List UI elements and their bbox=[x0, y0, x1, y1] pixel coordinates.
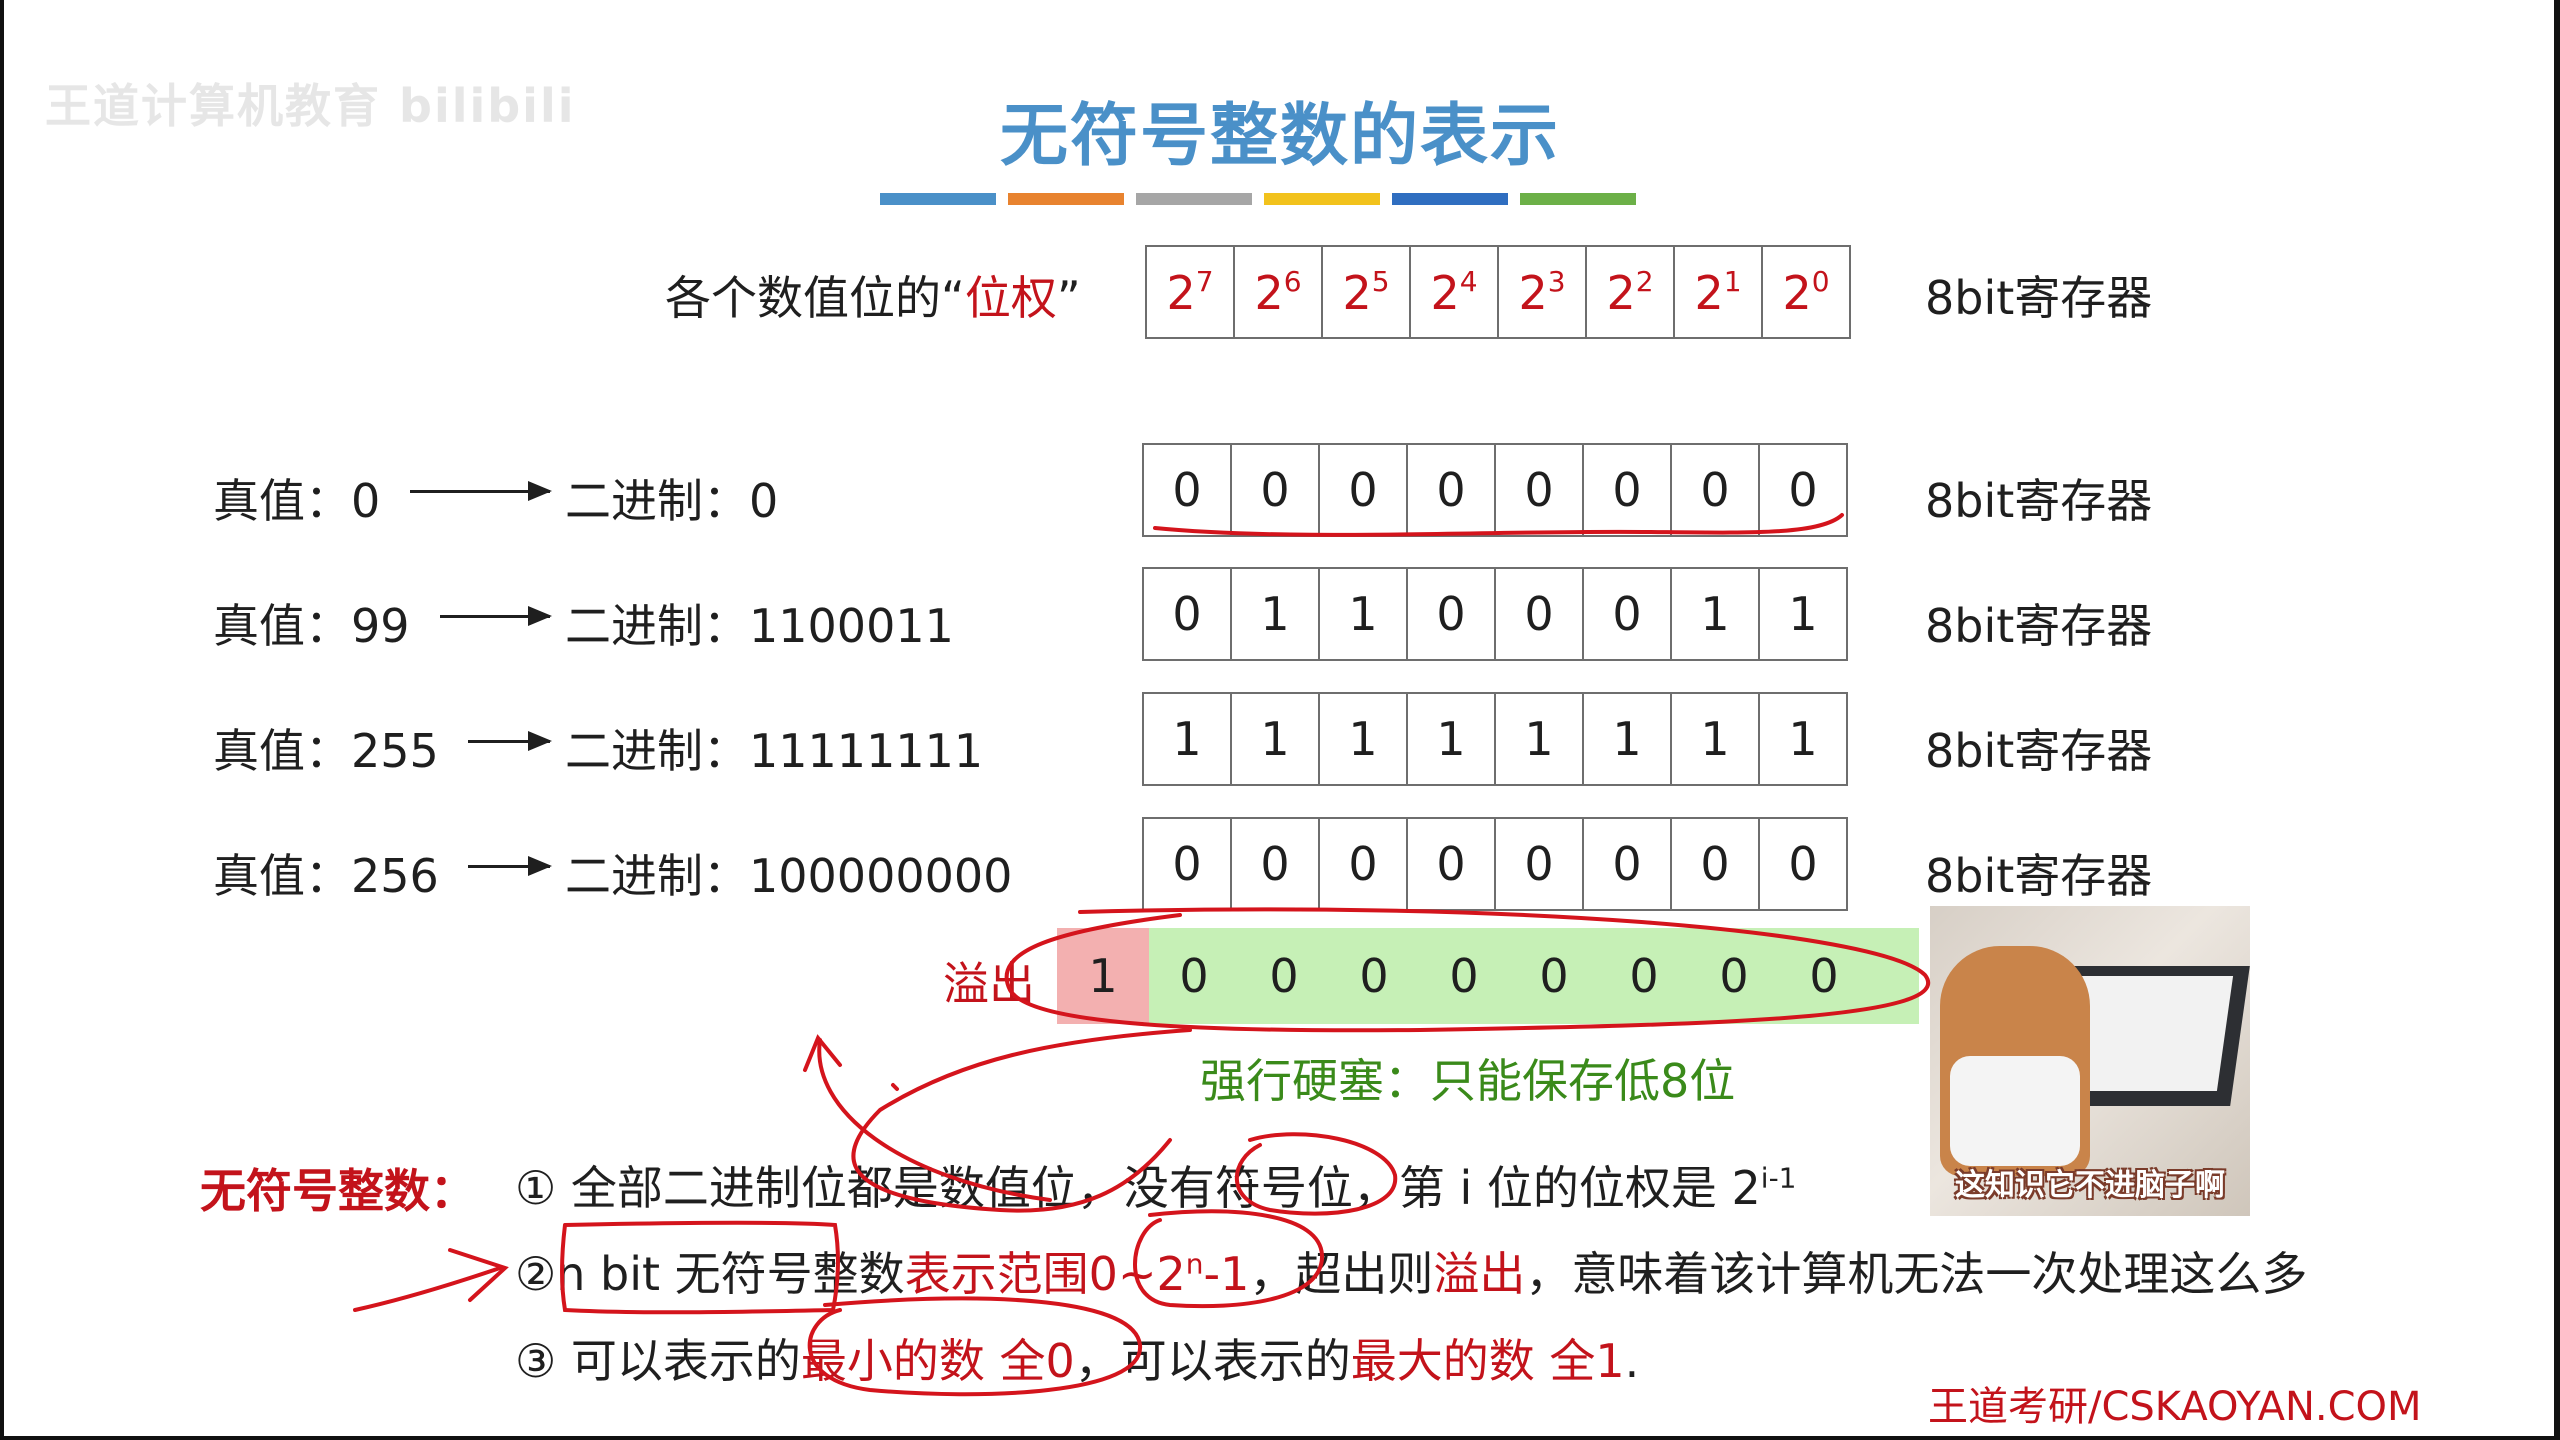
bit-cell: 1 bbox=[1758, 692, 1848, 786]
weight-cell: 27 bbox=[1145, 245, 1235, 339]
overflow-label: 溢出 bbox=[943, 957, 1035, 1011]
kept-bits: 0 0 0 0 0 0 0 0 bbox=[1149, 928, 1919, 1024]
weights-label: 各个数值位的“位权” bbox=[665, 271, 1081, 325]
weight-cell: 23 bbox=[1497, 245, 1587, 339]
bit-cell: 1 bbox=[1758, 567, 1848, 661]
bit-cell: 1 bbox=[1230, 692, 1320, 786]
overflow-bit: 1 bbox=[1057, 928, 1149, 1024]
kept-bit: 0 bbox=[1449, 949, 1479, 1003]
bit-cell: 1 bbox=[1230, 567, 1320, 661]
bit-cell: 0 bbox=[1318, 443, 1408, 537]
bit-cell: 0 bbox=[1142, 443, 1232, 537]
bit-cell: 0 bbox=[1494, 443, 1584, 537]
bit-cell: 0 bbox=[1230, 443, 1320, 537]
binary-value: 二进制：0 bbox=[565, 474, 779, 528]
weight-cell: 25 bbox=[1321, 245, 1411, 339]
frame-edge-bottom bbox=[0, 1436, 2560, 1440]
weight-cell: 21 bbox=[1673, 245, 1763, 339]
bit-cell: 1 bbox=[1406, 692, 1496, 786]
bit-cell: 0 bbox=[1142, 567, 1232, 661]
kept-bit: 0 bbox=[1269, 949, 1299, 1003]
reaction-caption: 这知识它不进脑子啊 bbox=[1955, 1168, 2225, 1203]
register-label: 8bit寄存器 bbox=[1925, 271, 2153, 325]
bit-cell: 1 bbox=[1582, 692, 1672, 786]
reaction-image: 这知识它不进脑子啊 bbox=[1930, 906, 2250, 1216]
summary-point-3: ③ 可以表示的最小的数 全0，可以表示的最大的数 全1. bbox=[515, 1334, 1640, 1388]
bit-cell: 0 bbox=[1582, 567, 1672, 661]
true-value: 真值：255 bbox=[213, 724, 439, 778]
bit-cell: 0 bbox=[1670, 443, 1760, 537]
weight-cell: 24 bbox=[1409, 245, 1499, 339]
kept-bit: 0 bbox=[1719, 949, 1749, 1003]
kept-bit: 0 bbox=[1809, 949, 1839, 1003]
register-row: 0 0 0 0 0 0 0 0 bbox=[1142, 817, 1848, 911]
register-row: 0 0 0 0 0 0 0 0 bbox=[1142, 443, 1848, 537]
binary-value: 二进制：1100011 bbox=[565, 599, 954, 653]
true-value: 真值：256 bbox=[213, 849, 439, 903]
color-bar bbox=[1264, 193, 1380, 205]
bit-cell: 1 bbox=[1142, 692, 1232, 786]
color-bar bbox=[1136, 193, 1252, 205]
weight-cell: 22 bbox=[1585, 245, 1675, 339]
binary-value: 二进制：100000000 bbox=[565, 849, 1013, 903]
register-row: 1 1 1 1 1 1 1 1 bbox=[1142, 692, 1848, 786]
tick-mark bbox=[891, 1083, 899, 1091]
true-value: 真值：0 bbox=[213, 474, 381, 528]
bit-cell: 0 bbox=[1230, 817, 1320, 911]
bit-cell: 0 bbox=[1406, 817, 1496, 911]
arrow-head bbox=[448, 1248, 509, 1302]
bit-cell: 0 bbox=[1494, 567, 1584, 661]
register-label: 8bit寄存器 bbox=[1925, 849, 2153, 903]
summary-point-2: ②n bit 无符号整数表示范围0~2n-1，超出则溢出，意味着该计算机无法一次… bbox=[515, 1247, 2308, 1301]
bit-cell: 0 bbox=[1142, 817, 1232, 911]
bit-cell: 0 bbox=[1670, 817, 1760, 911]
arrow-head bbox=[803, 1034, 842, 1072]
color-bar bbox=[1392, 193, 1508, 205]
frame-edge-left bbox=[0, 0, 4, 1440]
bit-cell: 0 bbox=[1494, 817, 1584, 911]
bit-cell: 0 bbox=[1406, 567, 1496, 661]
arrow-stroke bbox=[353, 1266, 502, 1312]
bit-cell: 1 bbox=[1318, 692, 1408, 786]
register-row: 0 1 1 0 0 0 1 1 bbox=[1142, 567, 1848, 661]
register-label: 8bit寄存器 bbox=[1925, 599, 2153, 653]
true-value: 真值：99 bbox=[213, 599, 410, 653]
bit-cell: 0 bbox=[1582, 443, 1672, 537]
bit-cell: 1 bbox=[1670, 567, 1760, 661]
register-label: 8bit寄存器 bbox=[1925, 474, 2153, 528]
footer-brand: 王道考研/CSKAOYAN.COM bbox=[1928, 1384, 2422, 1430]
color-bar bbox=[880, 193, 996, 205]
weight-cell: 26 bbox=[1233, 245, 1323, 339]
color-bar bbox=[1008, 193, 1124, 205]
summary-heading: 无符号整数： bbox=[200, 1164, 476, 1218]
register-label: 8bit寄存器 bbox=[1925, 724, 2153, 778]
overflow-note: 强行硬塞：只能保存低8位 bbox=[1200, 1054, 1736, 1108]
arrow-right-icon bbox=[440, 606, 552, 626]
bit-cell: 1 bbox=[1494, 692, 1584, 786]
cat-shirt-shape bbox=[1950, 1056, 2080, 1166]
kept-bit: 0 bbox=[1179, 949, 1209, 1003]
binary-value: 二进制：11111111 bbox=[565, 724, 984, 778]
kept-bit: 0 bbox=[1359, 949, 1389, 1003]
arrow-right-icon bbox=[468, 731, 552, 751]
bit-cell: 1 bbox=[1670, 692, 1760, 786]
arrow-right-icon bbox=[468, 856, 552, 876]
slide-title: 无符号整数的表示 bbox=[999, 97, 1560, 176]
kept-bit: 0 bbox=[1629, 949, 1659, 1003]
slide: 王道计算机教育 bilibili 无符号整数的表示 各个数值位的“位权” 27 … bbox=[0, 0, 2560, 1440]
weight-cell: 20 bbox=[1761, 245, 1851, 339]
bit-cell: 0 bbox=[1582, 817, 1672, 911]
summary-point-1: ① 全部二进制位都是数值位，没有符号位，第 i 位的位权是 2i-1 bbox=[515, 1161, 1797, 1215]
kept-bit: 0 bbox=[1539, 949, 1569, 1003]
bit-cell: 0 bbox=[1758, 817, 1848, 911]
bit-cell: 1 bbox=[1318, 567, 1408, 661]
bit-cell: 0 bbox=[1318, 817, 1408, 911]
frame-edge-right bbox=[2554, 0, 2560, 1440]
color-bar bbox=[1520, 193, 1636, 205]
bit-cell: 0 bbox=[1758, 443, 1848, 537]
bit-cell: 0 bbox=[1406, 443, 1496, 537]
weights-register: 27 26 25 24 23 22 21 20 bbox=[1145, 245, 1851, 339]
arrow-right-icon bbox=[410, 481, 552, 501]
